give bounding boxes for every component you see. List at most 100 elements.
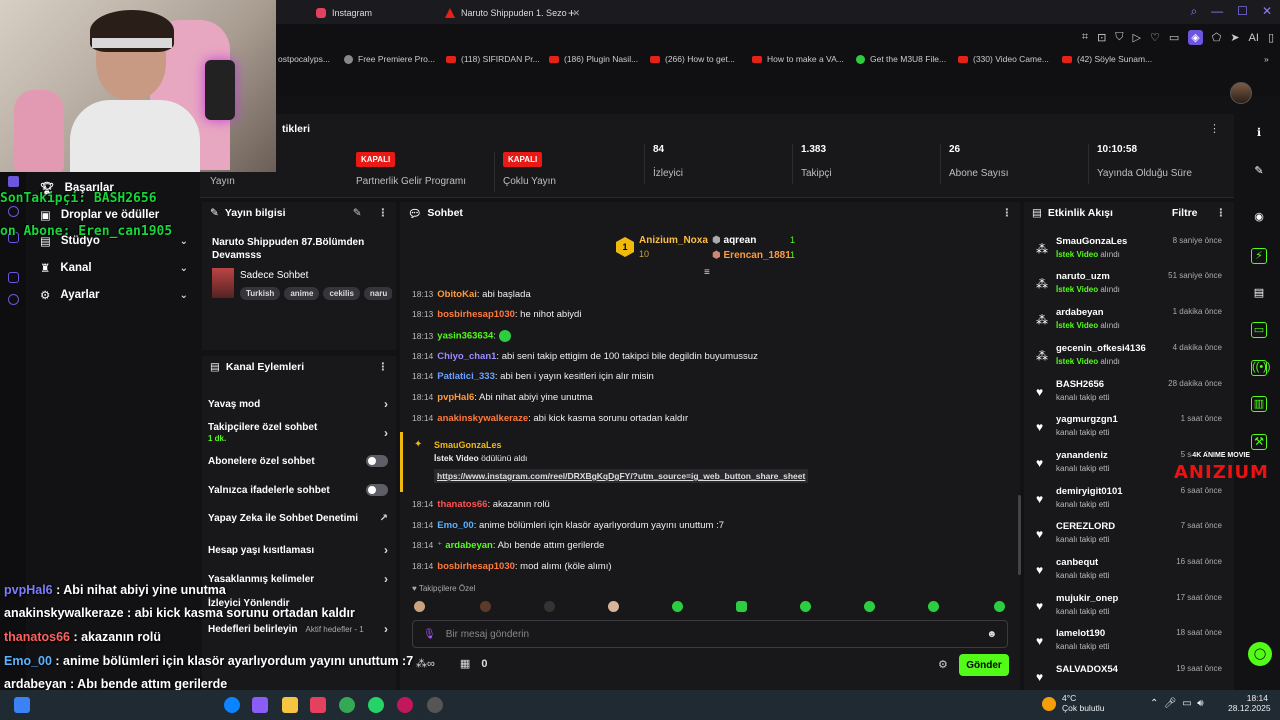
minimize-icon[interactable]: — bbox=[1211, 4, 1223, 19]
bookmark-item[interactable]: (186) Plugin Nasil... bbox=[549, 54, 638, 64]
emote-icon[interactable] bbox=[994, 601, 1005, 612]
opera-icon[interactable] bbox=[397, 697, 413, 713]
event-username[interactable]: CEREZLORD bbox=[1056, 521, 1115, 532]
bookmark-item[interactable]: (266) How to get... bbox=[650, 54, 735, 64]
bookmark-item[interactable]: Get the M3U8 File... bbox=[856, 54, 946, 64]
heart-icon[interactable]: ♡ bbox=[1150, 31, 1160, 44]
chrome-icon[interactable] bbox=[339, 697, 355, 713]
event-username[interactable]: demiryigit0101 bbox=[1056, 486, 1123, 497]
bookmark-item[interactable]: ostpocalyps... bbox=[278, 54, 330, 64]
send-button[interactable]: Gönder bbox=[959, 654, 1009, 676]
lightning-icon[interactable]: ⚡ bbox=[1251, 248, 1267, 264]
activity-event[interactable]: ⁂ naruto_uzm İstek Video alındı 51 saniye ö… bbox=[1036, 271, 1224, 301]
event-username[interactable]: BASH2656 bbox=[1056, 379, 1104, 390]
bookmark-item[interactable]: Free Premiere Pro... bbox=[344, 54, 435, 64]
instagram-icon[interactable] bbox=[310, 697, 326, 713]
activity-event[interactable]: ♥ demiryigit0101 kanalı takip etti 6 saat ö… bbox=[1036, 486, 1224, 516]
weather-widget[interactable]: 4°C Çok bulutlu bbox=[1062, 693, 1105, 713]
emote-icon[interactable] bbox=[864, 601, 875, 612]
chat-settings-icon[interactable]: ⚙ bbox=[938, 658, 948, 671]
folder-icon[interactable] bbox=[282, 697, 298, 713]
account-age-row[interactable]: Hesap yaşı kısıtlaması › bbox=[208, 543, 388, 557]
more-options-icon[interactable]: ⋮ bbox=[1209, 122, 1220, 135]
more-options-icon[interactable]: ⋮ bbox=[1002, 207, 1013, 219]
ai-moderation-row[interactable]: Yapay Zeka ile Sohbet Denetimi ↗ bbox=[208, 513, 388, 524]
event-username[interactable]: yanandeniz bbox=[1056, 450, 1108, 461]
maximize-icon[interactable]: ☐ bbox=[1237, 4, 1248, 19]
chat-input[interactable]: 🎙︎ Bir mesaj gönderin ☻ bbox=[412, 620, 1008, 648]
emote-icon[interactable] bbox=[736, 601, 747, 612]
chat-icon[interactable]: ▭ bbox=[1251, 322, 1267, 338]
activity-event[interactable]: ♥ BASH2656 kanalı takip etti 28 dakika önce bbox=[1036, 379, 1224, 409]
send-icon[interactable] bbox=[8, 272, 19, 283]
crop-icon[interactable]: ⌗ bbox=[1082, 31, 1088, 44]
event-username[interactable]: canbequt bbox=[1056, 557, 1098, 568]
extension-icon[interactable]: ⬠ bbox=[1212, 31, 1222, 44]
event-username[interactable]: gecenin_ofkesi4136 bbox=[1056, 343, 1146, 354]
redeem-user[interactable]: SmauGonzaLes bbox=[434, 440, 502, 450]
extension-active-icon[interactable]: ◈ bbox=[1188, 30, 1203, 45]
settings-icon[interactable] bbox=[8, 294, 19, 305]
subs-only-row[interactable]: Abonelere özel sohbet bbox=[208, 455, 388, 467]
bookmark-item[interactable]: (330) Video Came... bbox=[958, 54, 1049, 64]
activity-event[interactable]: ♥ canbequt kanalı takip etti 16 saat önce bbox=[1036, 557, 1224, 587]
emote-icon[interactable] bbox=[800, 601, 811, 612]
cast-icon[interactable]: ⊡ bbox=[1097, 31, 1106, 44]
emote-icon[interactable] bbox=[480, 601, 491, 612]
play-icon[interactable]: ▷ bbox=[1133, 31, 1141, 44]
tab-instagram[interactable]: Instagram bbox=[316, 4, 372, 22]
event-username[interactable]: lamelot190 bbox=[1056, 628, 1105, 639]
document-icon[interactable]: ▤ bbox=[1251, 286, 1267, 302]
help-icon[interactable]: ◯ bbox=[1248, 642, 1272, 666]
tag[interactable]: cekilis bbox=[323, 287, 360, 300]
whatsapp-icon[interactable] bbox=[368, 697, 384, 713]
activity-event[interactable]: ♥ lamelot190 kanalı takip etti 18 saat önce bbox=[1036, 628, 1224, 658]
bookmark-item[interactable]: How to make a VA... bbox=[752, 54, 844, 64]
emote-icon[interactable] bbox=[928, 601, 939, 612]
emote-icon[interactable] bbox=[544, 601, 555, 612]
emote-icon[interactable] bbox=[414, 601, 425, 612]
edit-icon[interactable]: ✎ bbox=[353, 207, 362, 219]
camera-icon[interactable]: ◉ bbox=[1251, 210, 1267, 226]
event-username[interactable]: mujukir_onep bbox=[1056, 593, 1118, 604]
ai-icon[interactable]: AI bbox=[1249, 32, 1259, 44]
chat-scrollbar[interactable] bbox=[1018, 495, 1021, 575]
sidenav-item-drops[interactable]: ▣ Droplar ve ödüller bbox=[40, 208, 188, 222]
followers-only-row[interactable]: Takipçilere özel sohbet 1 dk. › bbox=[208, 422, 388, 444]
more-options-icon[interactable]: ⋮ bbox=[1216, 207, 1227, 219]
more-options-icon[interactable]: ⋮ bbox=[378, 207, 389, 219]
app-icon[interactable] bbox=[252, 697, 268, 713]
wrench-icon[interactable]: ⚒ bbox=[1251, 434, 1267, 450]
event-username[interactable]: naruto_uzm bbox=[1056, 271, 1110, 282]
twitch-icon[interactable] bbox=[8, 176, 19, 187]
tag[interactable]: Turkish bbox=[240, 287, 281, 300]
pencil-icon[interactable]: ✎ bbox=[1251, 164, 1267, 180]
expand-leaderboard-icon[interactable]: ≡ bbox=[704, 267, 710, 278]
close-icon[interactable]: ✕ bbox=[1262, 4, 1272, 19]
leaderboard-entry[interactable]: ⬢ Erencan_1881 bbox=[712, 250, 791, 261]
sidebar-icon[interactable]: ▯ bbox=[1268, 31, 1274, 44]
emote-icon[interactable] bbox=[608, 601, 619, 612]
store-icon[interactable]: ▦ bbox=[460, 658, 470, 670]
bookmark-item[interactable]: (118) SIFIRDAN Pr... bbox=[446, 54, 540, 64]
emote-icon[interactable] bbox=[672, 601, 683, 612]
obs-icon[interactable] bbox=[427, 697, 443, 713]
activity-event[interactable]: ♥ yagmurgzgn1 kanalı takip etti 1 saat önce bbox=[1036, 414, 1224, 444]
tray-icons[interactable]: ⌃ 🎤︎ ▭ 🔊︎ bbox=[1150, 698, 1204, 709]
toggle-switch[interactable] bbox=[366, 455, 388, 467]
screen-icon[interactable]: ▭ bbox=[1169, 31, 1179, 44]
leaderboard-entry[interactable]: ⬢ aqrean bbox=[712, 235, 756, 246]
profile-icon[interactable] bbox=[8, 206, 19, 217]
tag[interactable]: anime bbox=[284, 287, 320, 300]
activity-event[interactable]: ⁂ gecenin_ofkesi4136 İstek Video alındı 4 d… bbox=[1036, 343, 1224, 373]
shield-icon[interactable]: ⛉ bbox=[1115, 31, 1123, 44]
sidenav-item-settings[interactable]: ⚙ Ayarlar ⌄ bbox=[40, 288, 188, 302]
activity-event[interactable]: ♥ mujukir_onep kanalı takip etti 17 saat ön… bbox=[1036, 593, 1224, 623]
tag[interactable]: naru bbox=[363, 287, 392, 300]
mic-icon[interactable]: 🎙︎ bbox=[423, 629, 436, 640]
filter-button[interactable]: Filtre bbox=[1172, 207, 1198, 219]
bookmark-item[interactable]: (42) Söyle Sunam... bbox=[1062, 54, 1152, 64]
search-icon[interactable]: ⌕ bbox=[1190, 4, 1197, 19]
event-username[interactable]: SALVADOX54 bbox=[1056, 664, 1118, 675]
goals-row[interactable]: Hedefleri belirleyin Aktif hedefler - 1 … bbox=[208, 622, 388, 636]
